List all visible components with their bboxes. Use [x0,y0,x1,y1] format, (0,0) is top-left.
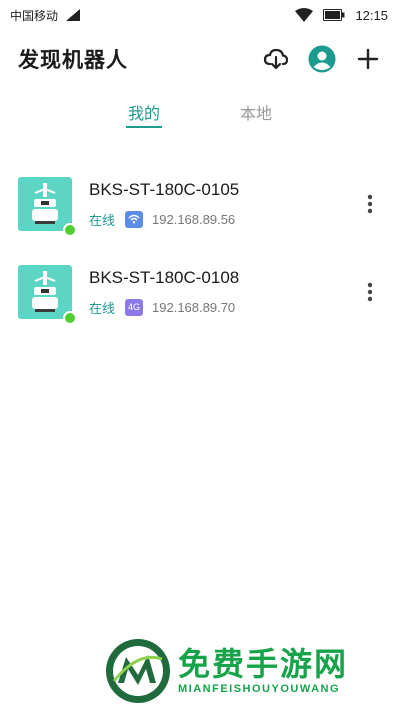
status-bar: 中国移动 12:15 [0,0,400,30]
online-status: 在线 [89,213,116,229]
cell-signal-icon [66,9,81,21]
plus-icon [357,48,379,70]
tab-bar: 我的 本地 [0,96,400,142]
cloud-download-button[interactable] [262,45,290,73]
device-meta: 在线 192.168.89.56 [89,210,358,229]
more-vertical-icon [367,194,373,214]
avatar-icon [308,45,336,73]
device-name: BKS-ST-180C-0108 [89,267,240,287]
watermark-logo-icon [106,639,170,703]
robot-thumbnail [18,265,77,325]
robot-icon [32,271,58,312]
online-status: 在线 [89,301,116,317]
page-title: 发现机器人 [18,48,128,72]
more-vertical-icon [367,282,373,302]
wifi-icon [125,210,144,228]
more-options-button[interactable] [358,184,382,224]
4g-badge-icon: 4G [125,298,144,316]
tab-local[interactable]: 本地 [240,96,272,142]
cloud-download-icon [263,48,289,70]
device-list: BKS-ST-180C-0105 在线 192.168.89.56 BKS-ST… [0,160,400,336]
watermark-title: 免费手游网 [178,645,349,684]
robot-icon [32,183,58,224]
robot-thumbnail [18,177,77,237]
app-header: 发现机器人 [0,30,400,88]
account-button[interactable] [308,45,336,73]
battery-icon [323,9,345,21]
tab-mine[interactable]: 我的 [125,96,163,142]
online-indicator [63,311,77,325]
ip-address: 192.168.89.56 [152,211,236,227]
header-actions [262,45,382,73]
clock: 12:15 [355,7,388,23]
device-name: BKS-ST-180C-0105 [89,179,240,199]
device-info: BKS-ST-180C-0105 在线 192.168.89.56 [89,180,358,229]
status-left: 中国移动 [10,7,81,24]
device-row[interactable]: BKS-ST-180C-0105 在线 192.168.89.56 [0,160,400,248]
device-info: BKS-ST-180C-0108 在线 4G 192.168.89.70 [89,268,358,317]
more-options-button[interactable] [358,272,382,312]
device-row[interactable]: BKS-ST-180C-0108 在线 4G 192.168.89.70 [0,248,400,336]
status-right: 12:15 [295,8,388,23]
watermark-subtitle: MIANFEISHOUYOUWANG [178,682,341,695]
ip-address: 192.168.89.70 [152,299,236,315]
wifi-signal-icon [295,8,314,22]
add-robot-button[interactable] [354,45,382,73]
device-meta: 在线 4G 192.168.89.70 [89,298,358,317]
carrier-label: 中国移动 [10,8,59,23]
watermark-text: 免费手游网 MIANFEISHOUYOUWANG [178,645,349,695]
watermark: 免费手游网 MIANFEISHOUYOUWANG [104,637,348,705]
online-indicator [63,223,77,237]
